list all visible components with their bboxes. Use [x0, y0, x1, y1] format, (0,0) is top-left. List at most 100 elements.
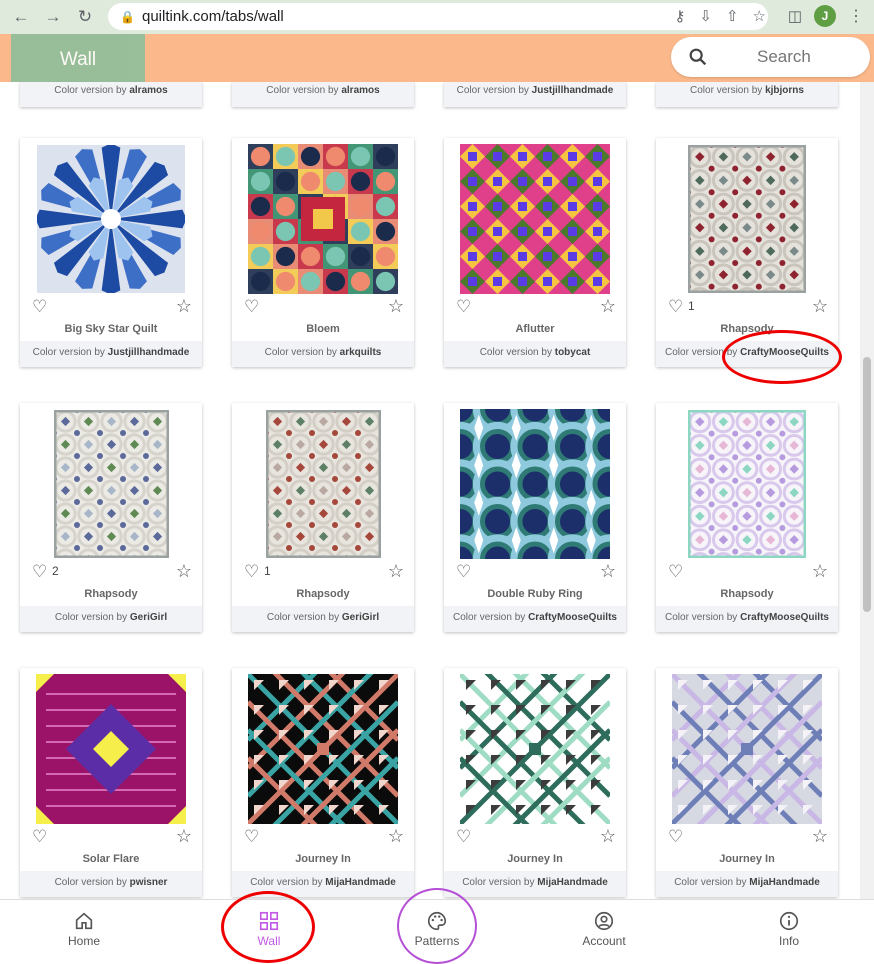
star-icon[interactable]: ☆	[812, 827, 828, 845]
heart-icon[interactable]: ♡	[244, 828, 262, 845]
quilt-title[interactable]: Rhapsody	[20, 586, 202, 606]
quilt-card[interactable]: ♡ ☆ Double Ruby Ring Color version by Craft…	[444, 403, 626, 632]
quilt-thumbnail[interactable]	[688, 409, 806, 558]
key-icon[interactable]: ⚷	[674, 7, 685, 25]
quilt-thumbnail[interactable]	[36, 673, 186, 824]
search-box[interactable]	[671, 37, 870, 77]
quilt-title[interactable]: Aflutter	[444, 321, 626, 341]
quilt-thumbnail[interactable]	[248, 143, 398, 294]
author-link[interactable]: CraftyMooseQuilts	[528, 612, 617, 623]
heart-icon[interactable]: ♡	[244, 563, 262, 580]
heart-icon[interactable]: ♡	[668, 298, 686, 315]
author-link[interactable]: MijaHandmade	[325, 877, 396, 888]
author-link[interactable]: Justjillhandmade	[108, 347, 190, 358]
profile-avatar[interactable]: J	[814, 5, 836, 27]
quilt-thumbnail[interactable]	[265, 409, 381, 558]
nav-wall[interactable]: Wall	[250, 900, 288, 958]
quilt-image[interactable]	[656, 403, 838, 560]
heart-icon[interactable]: ♡	[244, 298, 262, 315]
quilt-image[interactable]	[444, 403, 626, 560]
quilt-image[interactable]	[444, 668, 626, 825]
quilt-thumbnail[interactable]	[37, 144, 185, 293]
star-icon[interactable]: ☆	[600, 297, 616, 315]
quilt-title[interactable]: Rhapsody	[232, 586, 414, 606]
quilt-card[interactable]: ♡ ☆ Bloem Color version by arkquilts	[232, 138, 414, 367]
card-byline-partial[interactable]: Color version by kjbjorns	[656, 82, 838, 107]
heart-icon[interactable]: ♡	[32, 828, 50, 845]
author-link[interactable]: MijaHandmade	[749, 877, 820, 888]
nav-patterns[interactable]: Patterns	[410, 900, 464, 958]
quilt-image[interactable]	[232, 138, 414, 295]
quilt-card[interactable]: ♡ ☆ Journey In Color version by MijaHandmad…	[656, 668, 838, 897]
quilt-card[interactable]: ♡ ☆ Big Sky Star Quilt Color version by Jus…	[20, 138, 202, 367]
star-icon[interactable]: ☆	[388, 297, 404, 315]
card-byline-partial[interactable]: Color version by alramos	[232, 82, 414, 107]
quilt-image[interactable]	[20, 668, 202, 825]
back-icon[interactable]: ←	[10, 6, 32, 28]
scrollbar[interactable]	[860, 82, 874, 899]
quilt-thumbnail[interactable]	[672, 673, 822, 824]
quilt-thumbnail[interactable]	[688, 144, 806, 293]
quilt-card[interactable]: ♡ ☆ Journey In Color version by MijaHandmad…	[232, 668, 414, 897]
reload-icon[interactable]: ↻	[74, 6, 96, 28]
quilt-image[interactable]	[20, 403, 202, 560]
quilt-card[interactable]: ♡ 1 ☆ Rhapsody Color version by GeriGirl	[232, 403, 414, 632]
author-link[interactable]: CraftyMooseQuilts	[740, 347, 829, 358]
heart-icon[interactable]: ♡	[456, 828, 474, 845]
star-icon[interactable]: ☆	[176, 827, 192, 845]
sidebar-icon[interactable]: ◫	[788, 7, 802, 25]
nav-home[interactable]: Home	[62, 900, 106, 958]
author-link[interactable]: pwisner	[130, 877, 168, 888]
quilt-image[interactable]	[20, 138, 202, 295]
install-icon[interactable]: ⇩	[699, 7, 712, 25]
quilt-title[interactable]: Journey In	[444, 851, 626, 871]
quilt-card[interactable]: ♡ ☆ Solar Flare Color version by pwisner	[20, 668, 202, 897]
quilt-thumbnail[interactable]	[460, 143, 610, 294]
quilt-card[interactable]: ♡ ☆ Journey In Color version by MijaHandmad…	[444, 668, 626, 897]
author-link[interactable]: GeriGirl	[130, 612, 167, 623]
quilt-image[interactable]	[656, 668, 838, 825]
quilt-title[interactable]: Journey In	[232, 851, 414, 871]
quilt-thumbnail[interactable]	[460, 408, 610, 559]
quilt-title[interactable]: Solar Flare	[20, 851, 202, 871]
quilt-title[interactable]: Double Ruby Ring	[444, 586, 626, 606]
address-bar[interactable]: 🔒 quiltink.com/tabs/wall	[108, 3, 768, 30]
quilt-thumbnail[interactable]	[53, 409, 169, 558]
share-icon[interactable]: ⇧	[726, 7, 739, 25]
star-icon[interactable]: ☆	[600, 562, 616, 580]
author-link[interactable]: MijaHandmade	[537, 877, 608, 888]
star-icon[interactable]: ☆	[388, 827, 404, 845]
quilt-thumbnail[interactable]	[248, 673, 398, 824]
bookmark-star-icon[interactable]: ☆	[753, 7, 766, 25]
heart-icon[interactable]: ♡	[32, 298, 50, 315]
card-byline-partial[interactable]: Color version by alramos	[20, 82, 202, 107]
author-link[interactable]: GeriGirl	[342, 612, 379, 623]
star-icon[interactable]: ☆	[176, 297, 192, 315]
star-icon[interactable]: ☆	[812, 297, 828, 315]
quilt-image[interactable]	[232, 403, 414, 560]
quilt-card[interactable]: ♡ 2 ☆ Rhapsody Color version by GeriGirl	[20, 403, 202, 632]
heart-icon[interactable]: ♡	[668, 563, 686, 580]
scrollbar-thumb[interactable]	[863, 357, 871, 612]
star-icon[interactable]: ☆	[600, 827, 616, 845]
quilt-image[interactable]	[656, 138, 838, 295]
quilt-image[interactable]	[232, 668, 414, 825]
menu-kebab-icon[interactable]: ⋮	[848, 6, 864, 26]
heart-icon[interactable]: ♡	[456, 298, 474, 315]
quilt-title[interactable]: Big Sky Star Quilt	[20, 321, 202, 341]
star-icon[interactable]: ☆	[388, 562, 404, 580]
quilt-image[interactable]	[444, 138, 626, 295]
nav-info[interactable]: Info	[772, 900, 806, 958]
author-link[interactable]: arkquilts	[340, 347, 382, 358]
quilt-card[interactable]: ♡ 1 ☆ Rhapsody Color version by CraftyMooseQ…	[656, 138, 838, 367]
heart-icon[interactable]: ♡	[668, 828, 686, 845]
search-input[interactable]	[757, 47, 857, 67]
heart-icon[interactable]: ♡	[456, 563, 474, 580]
quilt-thumbnail[interactable]	[460, 673, 610, 824]
quilt-title[interactable]: Rhapsody	[656, 321, 838, 341]
quilt-card[interactable]: ♡ ☆ Rhapsody Color version by CraftyMooseQu…	[656, 403, 838, 632]
heart-icon[interactable]: ♡	[32, 563, 50, 580]
quilt-title[interactable]: Bloem	[232, 321, 414, 341]
nav-account[interactable]: Account	[578, 900, 630, 958]
author-link[interactable]: tobycat	[555, 347, 591, 358]
